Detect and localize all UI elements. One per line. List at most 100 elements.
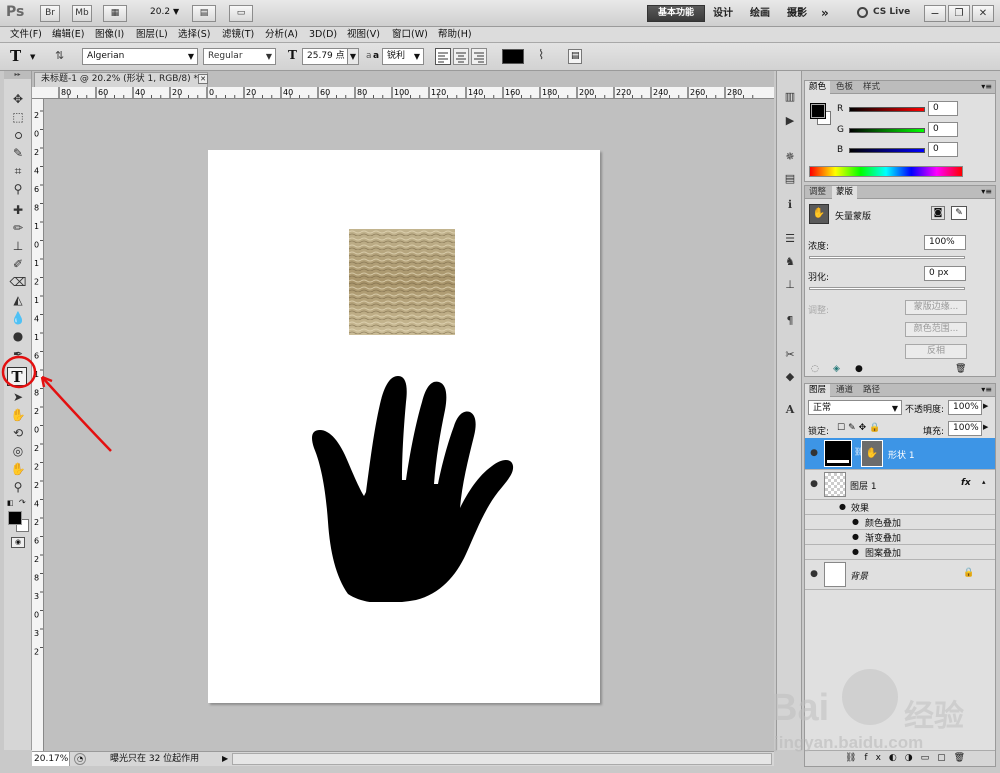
density-slider[interactable] bbox=[809, 256, 965, 259]
workspace-painting[interactable]: 绘画 bbox=[750, 5, 770, 22]
actions-icon[interactable]: ▶ bbox=[781, 113, 799, 129]
eye-icon[interactable]: ● bbox=[852, 532, 859, 541]
apply-mask-icon[interactable]: ◈ bbox=[833, 364, 840, 374]
layer-row-shape1[interactable]: ● ⛓ ✋ 形状 1 bbox=[805, 438, 995, 470]
panel-menu-icon[interactable]: ▾≡ bbox=[981, 385, 992, 394]
font-size-field[interactable]: 25.79 点 ▼ bbox=[302, 48, 359, 65]
tab-color[interactable]: 颜色 bbox=[805, 81, 831, 94]
effects-row[interactable]: ● 效果 bbox=[805, 500, 995, 515]
visibility-icon[interactable]: ● bbox=[855, 364, 863, 374]
screen-mode-button[interactable]: ▭ bbox=[229, 5, 253, 22]
tab-layers[interactable]: 图层 bbox=[805, 384, 831, 397]
layer-row-background[interactable]: ● 背景 🔒 bbox=[805, 560, 995, 590]
effect-row-gradient-overlay[interactable]: ● 渐变叠加 bbox=[805, 530, 995, 545]
lock-icons[interactable]: ☐✎✥🔒 bbox=[837, 423, 883, 433]
fill-arrow-icon[interactable]: ▶ bbox=[983, 423, 988, 431]
tab-paths[interactable]: 路径 bbox=[859, 384, 884, 397]
foreground-color-swatch[interactable] bbox=[8, 511, 22, 525]
styles-icon[interactable]: ◆ bbox=[781, 369, 799, 385]
character-panel-button[interactable]: ▤ bbox=[568, 49, 582, 64]
close-tab-icon[interactable]: ✕ bbox=[198, 74, 208, 84]
zoom-field[interactable]: 20.17% bbox=[32, 752, 70, 766]
density-field[interactable]: 100% bbox=[924, 235, 966, 250]
eye-icon[interactable]: ● bbox=[808, 479, 820, 489]
pixel-mask-icon[interactable]: ◙ bbox=[931, 206, 945, 220]
navigator-icon[interactable]: ✵ bbox=[781, 149, 799, 165]
panel-menu-icon[interactable]: ▾≡ bbox=[981, 82, 992, 91]
character-icon[interactable]: A bbox=[781, 403, 799, 419]
layer-row-layer1[interactable]: ● 图层 1 fx ▴ bbox=[805, 470, 995, 500]
align-center-button[interactable] bbox=[453, 48, 469, 65]
3d-panel-icon[interactable]: ✂ bbox=[781, 347, 799, 363]
document-canvas[interactable] bbox=[208, 150, 600, 703]
load-selection-icon[interactable]: ◌ bbox=[811, 364, 819, 374]
info-icon[interactable]: ℹ bbox=[781, 197, 799, 213]
restore-button[interactable]: ❐ bbox=[948, 5, 970, 22]
trash-icon[interactable]: 🗑 bbox=[955, 364, 966, 374]
r-slider[interactable] bbox=[849, 107, 925, 112]
mini-bridge-button[interactable]: Mb bbox=[72, 5, 92, 22]
text-color-swatch[interactable] bbox=[502, 49, 524, 64]
effect-row-color-overlay[interactable]: ● 颜色叠加 bbox=[805, 515, 995, 530]
color-ramp[interactable] bbox=[809, 166, 963, 177]
default-colors-icon[interactable]: ◧ bbox=[7, 499, 14, 507]
color-range-button[interactable]: 颜色范围... bbox=[905, 322, 967, 337]
align-right-button[interactable] bbox=[471, 48, 487, 65]
close-button[interactable]: ✕ bbox=[972, 5, 994, 22]
mask-edge-button[interactable]: 蒙版边缘... bbox=[905, 300, 967, 315]
r-value-field[interactable]: 0 bbox=[928, 101, 958, 116]
workspace-design[interactable]: 设计 bbox=[713, 5, 733, 22]
vector-mask-icon[interactable]: ✎ bbox=[951, 206, 967, 220]
opacity-field[interactable]: 100% bbox=[948, 400, 982, 415]
b-value-field[interactable]: 0 bbox=[928, 142, 958, 157]
feather-field[interactable]: 0 px bbox=[924, 266, 966, 281]
canvas-area[interactable] bbox=[1, 99, 774, 751]
tab-masks[interactable]: 蒙版 bbox=[832, 186, 858, 199]
tab-adjustments[interactable]: 调整 bbox=[805, 186, 830, 199]
status-menu-arrow-icon[interactable]: ▶ bbox=[222, 752, 228, 766]
workspace-essentials[interactable]: 基本功能 bbox=[647, 5, 705, 22]
brush-presets-icon[interactable]: ☰ bbox=[781, 231, 799, 247]
eye-icon[interactable]: ● bbox=[852, 547, 859, 556]
menu-analysis[interactable]: 分析(A) bbox=[265, 28, 298, 42]
paragraph-icon[interactable]: ¶ bbox=[781, 313, 799, 329]
menu-image[interactable]: 图像(I) bbox=[95, 28, 124, 42]
opacity-arrow-icon[interactable]: ▶ bbox=[983, 402, 988, 410]
tab-swatches[interactable]: 色板 bbox=[832, 81, 857, 94]
invert-button[interactable]: 反相 bbox=[905, 344, 967, 359]
menu-select[interactable]: 选择(S) bbox=[178, 28, 210, 42]
menu-edit[interactable]: 编辑(E) bbox=[52, 28, 84, 42]
vector-mask-thumb[interactable]: ✋ bbox=[861, 440, 883, 467]
zoom-level[interactable]: 20.2 bbox=[150, 7, 170, 17]
fx-badge[interactable]: fx bbox=[961, 478, 971, 488]
align-left-button[interactable] bbox=[435, 48, 451, 65]
panel-menu-icon[interactable]: ▾≡ bbox=[981, 187, 992, 196]
antialias-select[interactable]: 锐利 ▼ bbox=[382, 48, 424, 65]
menu-view[interactable]: 视图(V) bbox=[347, 28, 380, 42]
menu-file[interactable]: 文件(F) bbox=[10, 28, 42, 42]
clone-source-icon[interactable]: ♞ bbox=[781, 254, 799, 270]
tool-presets-icon[interactable]: ⊥ bbox=[781, 277, 799, 293]
menu-3d[interactable]: 3D(D) bbox=[309, 28, 337, 42]
workspace-photography[interactable]: 摄影 bbox=[787, 5, 807, 22]
tab-styles[interactable]: 样式 bbox=[859, 81, 884, 94]
horizontal-scrollbar[interactable] bbox=[232, 753, 772, 765]
eye-icon[interactable]: ● bbox=[808, 569, 820, 579]
bridge-button[interactable]: Br bbox=[40, 5, 60, 22]
eye-icon[interactable]: ● bbox=[808, 448, 820, 458]
cslive-label[interactable]: CS Live bbox=[873, 7, 910, 17]
history-icon[interactable]: ▥ bbox=[781, 89, 799, 105]
feather-slider[interactable] bbox=[809, 287, 965, 290]
effect-row-pattern-overlay[interactable]: ● 图案叠加 bbox=[805, 545, 995, 560]
quick-mask-icon[interactable]: ◉ bbox=[11, 537, 25, 548]
warp-text-icon[interactable]: ⌇ bbox=[538, 48, 544, 63]
collapse-effects-icon[interactable]: ▴ bbox=[982, 478, 986, 486]
arrange-documents-button[interactable]: ▤ bbox=[192, 5, 216, 22]
font-style-select[interactable]: Regular ▼ bbox=[203, 48, 276, 65]
menu-layer[interactable]: 图层(L) bbox=[136, 28, 168, 42]
status-info-icon[interactable]: ◔ bbox=[74, 753, 86, 765]
menu-filter[interactable]: 滤镜(T) bbox=[222, 28, 254, 42]
fill-field[interactable]: 100% bbox=[948, 421, 982, 436]
eye-icon[interactable]: ● bbox=[852, 517, 859, 526]
g-slider[interactable] bbox=[849, 128, 925, 133]
